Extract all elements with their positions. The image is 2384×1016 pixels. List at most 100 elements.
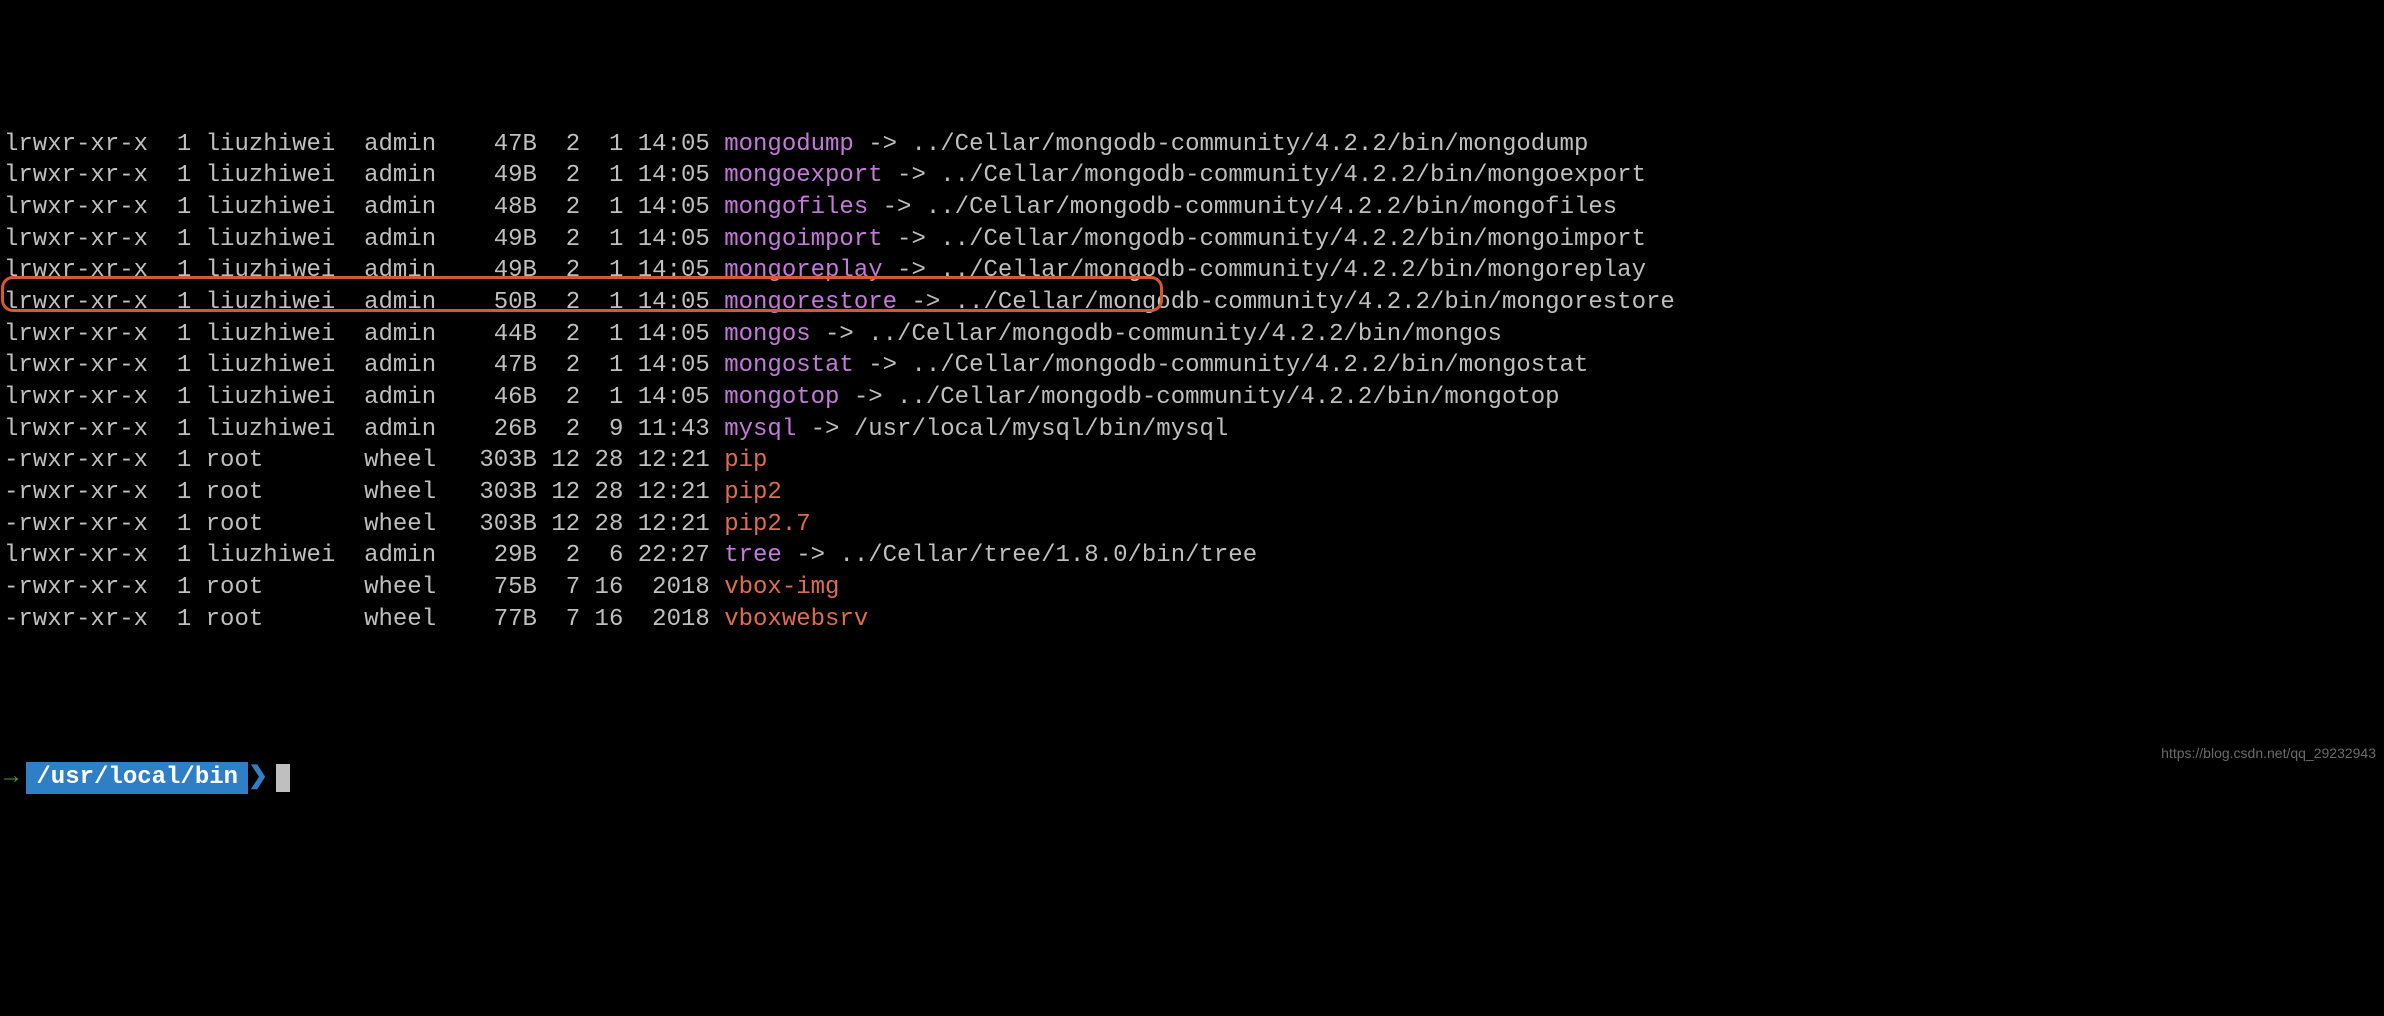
day: 9 [580, 416, 623, 443]
link-count: 1 [148, 447, 191, 474]
month: 12 [537, 479, 580, 506]
symlink-target: ../Cellar/mongodb-community/4.2.2/bin/mo… [868, 321, 1502, 348]
file-size: 29B [436, 542, 537, 569]
file-row: lrwxr-xr-x 1 liuzhiwei admin 47B 2 1 14:… [4, 129, 2380, 161]
link-count: 1 [148, 511, 191, 538]
time: 2018 [623, 574, 709, 601]
permissions: lrwxr-xr-x [4, 384, 148, 411]
permissions: -rwxr-xr-x [4, 447, 148, 474]
link-count: 1 [148, 321, 191, 348]
file-name: mongostat [724, 352, 854, 379]
time: 14:05 [623, 384, 709, 411]
file-size: 75B [436, 574, 537, 601]
owner: liuzhiwei [191, 416, 335, 443]
file-name: mongos [724, 321, 810, 348]
time: 14:05 [623, 131, 709, 158]
prompt-row[interactable]: → /usr/local/bin❯ [4, 762, 2380, 794]
day: 1 [580, 384, 623, 411]
permissions: lrwxr-xr-x [4, 352, 148, 379]
link-count: 1 [148, 226, 191, 253]
symlink-target: ../Cellar/mongodb-community/4.2.2/bin/mo… [940, 162, 1646, 189]
file-name: vbox-img [724, 574, 839, 601]
owner: root [191, 511, 335, 538]
prompt-arrow-icon: → [4, 762, 18, 794]
time: 14:05 [623, 162, 709, 189]
time: 12:21 [623, 447, 709, 474]
link-count: 1 [148, 542, 191, 569]
permissions: lrwxr-xr-x [4, 416, 148, 443]
file-row: lrwxr-xr-x 1 liuzhiwei admin 46B 2 1 14:… [4, 382, 2380, 414]
prompt-chevron-icon: ❯ [248, 762, 268, 794]
file-name: mongofiles [724, 194, 868, 221]
permissions: lrwxr-xr-x [4, 257, 148, 284]
month: 2 [537, 416, 580, 443]
symlink-arrow-icon: -> [897, 162, 926, 189]
file-name: mongoreplay [724, 257, 882, 284]
time: 12:21 [623, 511, 709, 538]
file-row: -rwxr-xr-x 1 root wheel 77B 7 16 2018 vb… [4, 604, 2380, 636]
owner: liuzhiwei [191, 131, 335, 158]
file-name: pip2.7 [724, 511, 810, 538]
symlink-arrow-icon: -> [911, 289, 940, 316]
owner: root [191, 479, 335, 506]
month: 12 [537, 447, 580, 474]
permissions: lrwxr-xr-x [4, 226, 148, 253]
month: 2 [537, 194, 580, 221]
group: wheel [335, 479, 436, 506]
symlink-arrow-icon: -> [897, 257, 926, 284]
terminal-output[interactable]: lrwxr-xr-x 1 liuzhiwei admin 47B 2 1 14:… [4, 129, 2380, 636]
month: 2 [537, 131, 580, 158]
group: admin [335, 226, 436, 253]
day: 1 [580, 226, 623, 253]
file-name: mysql [724, 416, 796, 443]
month: 2 [537, 257, 580, 284]
day: 1 [580, 321, 623, 348]
link-count: 1 [148, 131, 191, 158]
day: 1 [580, 289, 623, 316]
symlink-target: ../Cellar/mongodb-community/4.2.2/bin/mo… [911, 352, 1588, 379]
link-count: 1 [148, 162, 191, 189]
file-name: mongoimport [724, 226, 882, 253]
link-count: 1 [148, 289, 191, 316]
link-count: 1 [148, 194, 191, 221]
group: admin [335, 416, 436, 443]
owner: root [191, 606, 335, 633]
group: wheel [335, 511, 436, 538]
file-size: 46B [436, 384, 537, 411]
time: 11:43 [623, 416, 709, 443]
file-size: 48B [436, 194, 537, 221]
permissions: -rwxr-xr-x [4, 511, 148, 538]
time: 2018 [623, 606, 709, 633]
file-row: lrwxr-xr-x 1 liuzhiwei admin 49B 2 1 14:… [4, 224, 2380, 256]
file-name: pip2 [724, 479, 782, 506]
file-row: -rwxr-xr-x 1 root wheel 303B 12 28 12:21… [4, 509, 2380, 541]
link-count: 1 [148, 384, 191, 411]
link-count: 1 [148, 479, 191, 506]
day: 1 [580, 162, 623, 189]
symlink-target: ../Cellar/tree/1.8.0/bin/tree [839, 542, 1257, 569]
day: 1 [580, 352, 623, 379]
link-count: 1 [148, 416, 191, 443]
link-count: 1 [148, 352, 191, 379]
file-size: 49B [436, 162, 537, 189]
file-row: -rwxr-xr-x 1 root wheel 303B 12 28 12:21… [4, 477, 2380, 509]
link-count: 1 [148, 257, 191, 284]
file-size: 303B [436, 479, 537, 506]
month: 12 [537, 511, 580, 538]
day: 1 [580, 131, 623, 158]
permissions: -rwxr-xr-x [4, 606, 148, 633]
file-size: 47B [436, 352, 537, 379]
file-row: lrwxr-xr-x 1 liuzhiwei admin 48B 2 1 14:… [4, 192, 2380, 224]
file-size: 50B [436, 289, 537, 316]
group: admin [335, 384, 436, 411]
file-name: mongoexport [724, 162, 882, 189]
symlink-target: ../Cellar/mongodb-community/4.2.2/bin/mo… [955, 289, 1675, 316]
file-size: 47B [436, 131, 537, 158]
link-count: 1 [148, 606, 191, 633]
symlink-arrow-icon: -> [868, 131, 897, 158]
day: 6 [580, 542, 623, 569]
group: wheel [335, 574, 436, 601]
time: 12:21 [623, 479, 709, 506]
owner: liuzhiwei [191, 257, 335, 284]
prompt-path: /usr/local/bin [26, 762, 248, 794]
